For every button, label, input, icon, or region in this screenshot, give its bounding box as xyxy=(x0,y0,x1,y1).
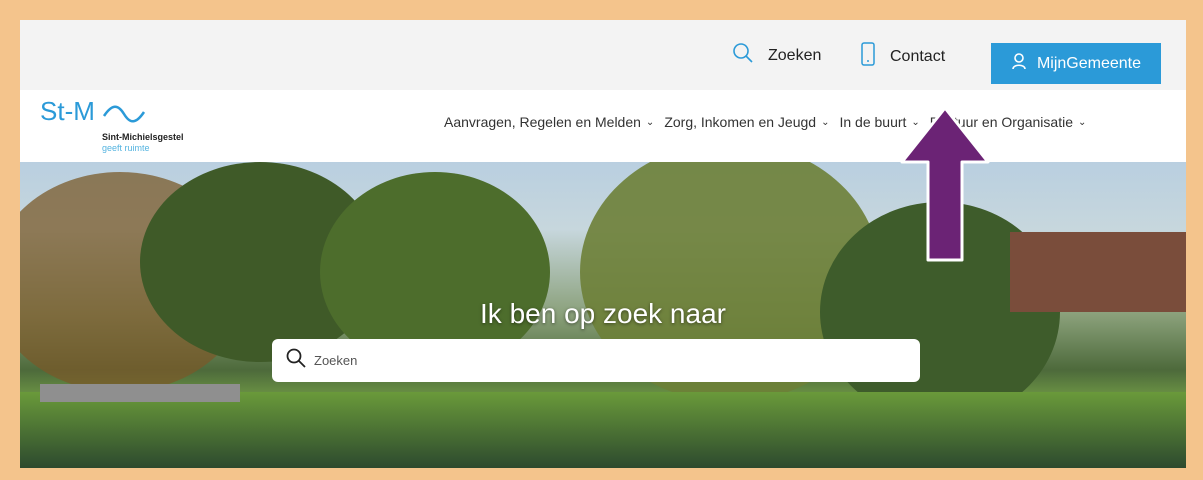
chevron-down-icon: ⌄ xyxy=(645,116,655,128)
chevron-down-icon: ⌄ xyxy=(821,116,830,128)
main-nav: Aanvragen, Regelen en Melden ⌄ Zorg, Ink… xyxy=(444,114,1086,130)
contact-link-label: Contact xyxy=(890,47,946,65)
mijngemeente-label: MijnGemeente xyxy=(1036,54,1142,72)
mijngemeente-button[interactable]: MijnGemeente xyxy=(991,43,1161,84)
search-link-label: Zoeken xyxy=(768,46,822,64)
logo-mark: St-M xyxy=(40,96,146,126)
annotation-arrow-icon xyxy=(900,106,990,262)
logo[interactable]: St-M Sint-Michielsgestel geeft ruimte xyxy=(40,94,190,158)
nav-item-aanvragen[interactable]: Aanvragen, Regelen en Melden ⌄ xyxy=(444,114,654,130)
search-link[interactable]: Zoeken xyxy=(732,42,821,69)
nav-item-label: Aanvragen, Regelen en Melden xyxy=(444,114,641,130)
highlight-frame: Zoeken Contact MijnGemeente St-M Sint-Mi… xyxy=(0,0,1203,480)
svg-text:St-M: St-M xyxy=(40,96,95,126)
phone-icon xyxy=(860,42,876,71)
hero-search-box xyxy=(272,339,920,382)
hero-search-input[interactable] xyxy=(312,352,876,369)
chevron-down-icon: ⌄ xyxy=(1078,116,1087,128)
nav-item-label: In de buurt xyxy=(839,114,907,130)
search-icon xyxy=(286,348,306,373)
hero-bridge xyxy=(40,384,240,402)
search-icon xyxy=(732,42,754,69)
nav-item-label: Zorg, Inkomen en Jeugd xyxy=(664,114,817,130)
logo-name: Sint-Michielsgestel xyxy=(102,132,184,142)
contact-link[interactable]: Contact xyxy=(860,42,945,71)
user-icon xyxy=(1011,52,1027,75)
top-utility-bar: Zoeken Contact MijnGemeente xyxy=(20,20,1186,90)
main-navbar: St-M Sint-Michielsgestel geeft ruimte Aa… xyxy=(20,90,1186,162)
logo-tagline: geeft ruimte xyxy=(102,143,150,153)
nav-item-zorg[interactable]: Zorg, Inkomen en Jeugd ⌄ xyxy=(664,114,829,130)
hero-title: Ik ben op zoek naar xyxy=(480,298,726,329)
hero-riverbank xyxy=(20,392,1186,468)
hero-banner: Ik ben op zoek naar xyxy=(20,162,1186,468)
page: Zoeken Contact MijnGemeente St-M Sint-Mi… xyxy=(20,20,1186,468)
